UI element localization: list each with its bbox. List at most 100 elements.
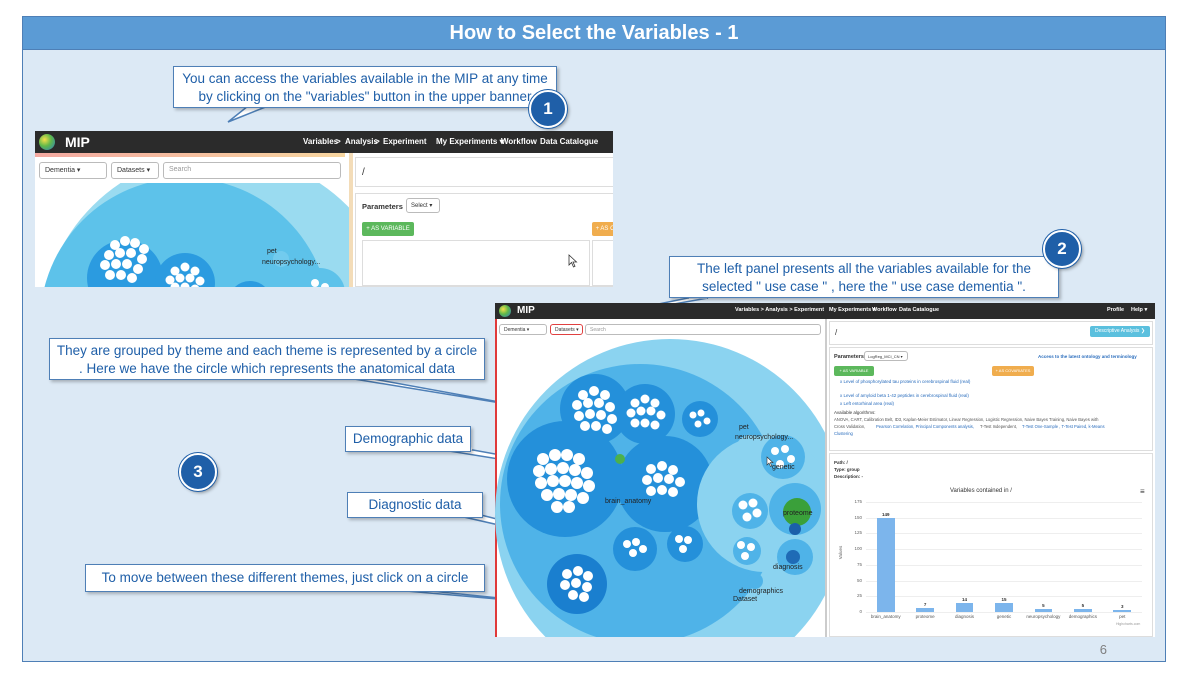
nav-data-catalogue[interactable]: Data Catalogue — [540, 137, 598, 146]
label-genetic: genetic — [772, 464, 795, 471]
model-select[interactable]: Select ▾ — [406, 198, 440, 213]
grid-line — [866, 564, 1142, 566]
bar[interactable] — [1034, 608, 1053, 612]
as-variable-button[interactable]: + AS VARIABLE — [834, 366, 874, 376]
label-proteome: proteome — [783, 510, 813, 517]
y-tick-label: 25 — [856, 593, 862, 599]
slide-title: How to Select the Variables - 1 — [23, 17, 1165, 50]
nav-workflow[interactable]: Workflow — [501, 137, 537, 146]
path-panel: / — [355, 157, 613, 187]
grid-line — [866, 549, 1142, 551]
pathology-select[interactable]: Dementia ▾ — [499, 324, 547, 335]
y-tick-label: 125 — [854, 530, 862, 536]
nav-variables[interactable]: Variables — [303, 137, 338, 146]
nav-my-experiments[interactable]: My Experiments ▾ — [829, 307, 875, 313]
parameters-label: Parameters — [834, 354, 864, 360]
mip-logo-icon — [39, 134, 55, 150]
nav-sep: > — [375, 137, 380, 146]
nav-my-experiments[interactable]: My Experiments ▾ — [436, 137, 504, 146]
variable-dropzone[interactable] — [362, 240, 590, 286]
as-covariate-button[interactable]: + AS C — [592, 222, 613, 236]
label-neuropsychology: neuropsychology... — [262, 259, 320, 266]
x-tick-label: demographics — [1068, 614, 1097, 619]
screenshot-main: MIP Variables > Analysis > Experiment My… — [495, 303, 1155, 637]
nav-profile[interactable]: Profile — [1107, 307, 1124, 313]
panel-divider — [825, 319, 827, 637]
data-label: 14 — [962, 597, 968, 603]
step-badge-2: 2 — [1043, 230, 1081, 268]
bar[interactable] — [1073, 608, 1092, 612]
mouse-cursor-icon — [568, 254, 578, 268]
label-neuropsychology: neuropsychology... — [735, 434, 793, 441]
descriptive-analysis-button[interactable]: Descriptive Analysis ❯ — [1090, 326, 1150, 337]
navbar: MIP Variables > Analysis > Experiment My… — [495, 303, 1155, 319]
ontology-link[interactable]: Access to the latest ontology and termin… — [1038, 354, 1137, 359]
datasets-dropdown[interactable]: Datasets ▾ — [111, 162, 159, 179]
callout-variables-button: You can access the variables available i… — [173, 66, 557, 108]
slide: How to Select the Variables - 1 You can … — [22, 16, 1166, 662]
bar[interactable] — [916, 607, 934, 612]
parameters-panel: Parameters LogReg_MCI_CN ▾ Access to the… — [829, 347, 1153, 451]
bar[interactable] — [955, 603, 974, 612]
search-input[interactable]: Search — [585, 324, 821, 335]
banner-strip — [35, 153, 345, 157]
y-tick-label: 150 — [854, 514, 862, 520]
label-pet: pet — [739, 424, 749, 431]
nav-analysis[interactable]: Analysis — [345, 137, 378, 146]
pathology-select[interactable]: Dementia ▾ — [39, 162, 107, 179]
nav-variables-analysis-experiment[interactable]: Variables > Analysis > Experiment — [735, 307, 824, 313]
path-panel: / Descriptive Analysis ❯ — [829, 321, 1153, 345]
nav-experiment[interactable]: Experiment — [383, 137, 427, 146]
variable-item[interactable]: x Left entorhinal area (real) — [840, 401, 894, 406]
variable-item[interactable]: x Level of amyloid beta 1-42 peptides in… — [840, 393, 969, 398]
data-label: 15 — [1001, 596, 1007, 602]
navbar: MIP Variables > Analysis > Experiment My… — [35, 131, 613, 153]
model-select[interactable]: LogReg_MCI_CN ▾ — [864, 351, 908, 361]
x-tick-label: diagnosis — [955, 614, 975, 619]
callout-demographic: Demographic data — [345, 426, 471, 452]
x-tick-label: proteome — [915, 614, 935, 619]
parameters-panel: Parameters Select ▾ + AS VARIABLE + AS C — [355, 193, 613, 287]
x-tick-label: pet — [1119, 614, 1126, 619]
as-variable-button[interactable]: + AS VARIABLE — [362, 222, 414, 236]
search-input[interactable]: Search — [163, 162, 341, 179]
callout-diagnostic: Diagnostic data — [347, 492, 483, 518]
mip-logo-icon — [499, 305, 511, 317]
step-badge-1: 1 — [529, 90, 567, 128]
y-tick-label: 75 — [856, 561, 862, 567]
data-label: 7 — [923, 601, 927, 607]
bar[interactable] — [995, 602, 1013, 612]
data-label: 3 — [1121, 604, 1124, 610]
as-covariates-button[interactable]: + AS COVARIATES — [992, 366, 1034, 376]
path-label: / — [835, 328, 838, 337]
brand: MIP — [65, 134, 90, 150]
x-tick-label: genetic — [996, 614, 1012, 619]
y-tick-label: 0 — [859, 609, 862, 614]
variables-circle-pack[interactable]: brain_anatomy pet neuropsychology... gen… — [495, 339, 825, 637]
algorithm-link[interactable]: Clustering — [834, 431, 853, 436]
chart-credit: Highcharts.com — [1116, 622, 1141, 626]
grid-line — [866, 517, 1142, 519]
label-dataset: Dataset — [733, 596, 757, 603]
y-tick-label: 175 — [854, 499, 862, 504]
variable-item[interactable]: x Level of phosphorylated tau proteins i… — [840, 379, 970, 384]
covariate-dropzone[interactable] — [592, 240, 613, 286]
callout-move-between-themes: To move between these different themes, … — [85, 564, 485, 592]
algorithms-list: T-Test Independent, — [980, 424, 1018, 429]
bar-chart: Values 0 25 50 75 100 125 150 175 149 brain_anatom… — [830, 454, 1154, 637]
bar[interactable] — [876, 518, 895, 612]
algorithm-link[interactable]: Pearson Correlation, Principal Component… — [876, 424, 974, 429]
variables-circle-pack[interactable]: pet neuropsychology... — [35, 183, 349, 287]
label-pet: pet — [267, 248, 277, 255]
x-tick-label: brain_anatomy — [870, 614, 901, 619]
bar[interactable] — [1113, 610, 1132, 612]
y-tick-label: 50 — [856, 577, 862, 583]
algorithm-link[interactable]: T-Test One-Sample , T-Test Paired, k-Mea… — [1022, 424, 1105, 429]
nav-data-catalogue[interactable]: Data Catalogue — [899, 307, 939, 313]
label-diagnosis: diagnosis — [773, 564, 803, 571]
nav-help[interactable]: Help ▾ — [1131, 307, 1147, 313]
brand: MIP — [517, 305, 535, 316]
nav-workflow[interactable]: Workflow — [872, 307, 897, 313]
page-number: 6 — [1099, 642, 1107, 657]
datasets-dropdown[interactable]: Datasets ▾ — [550, 324, 583, 335]
